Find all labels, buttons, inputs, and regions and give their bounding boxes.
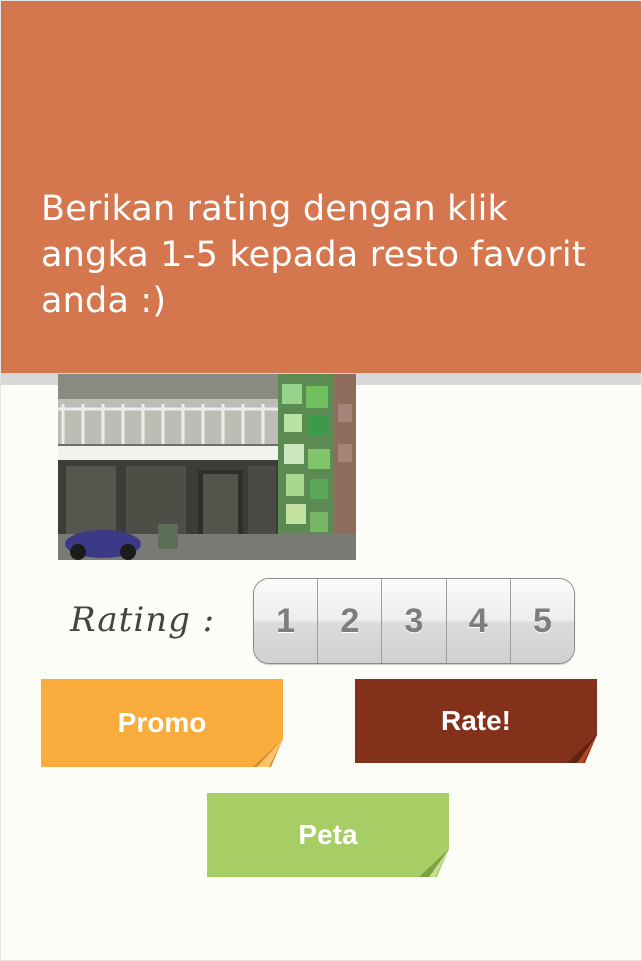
rating-segmented-control: 1 2 3 4 5 [253, 578, 575, 664]
rating-option-4[interactable]: 4 [446, 579, 511, 663]
rate-button-label: Rate! [440, 705, 511, 736]
promo-button-label: Promo [117, 707, 207, 738]
promo-button[interactable]: Promo [41, 679, 283, 767]
restaurant-photo-image [58, 374, 356, 560]
rating-option-5[interactable]: 5 [510, 579, 574, 663]
header-message: Berikan rating dengan klik angka 1-5 kep… [41, 189, 586, 321]
peta-button-label: Peta [298, 819, 358, 850]
header-banner: Berikan rating dengan klik angka 1-5 kep… [1, 1, 641, 373]
restaurant-photo [58, 374, 356, 560]
rating-option-1[interactable]: 1 [254, 579, 319, 663]
rating-option-2[interactable]: 2 [318, 579, 383, 663]
rate-button[interactable]: Rate! [355, 679, 597, 763]
rating-label: Rating : [70, 600, 216, 640]
rating-option-3[interactable]: 3 [382, 579, 447, 663]
peta-button[interactable]: Peta [207, 793, 449, 877]
